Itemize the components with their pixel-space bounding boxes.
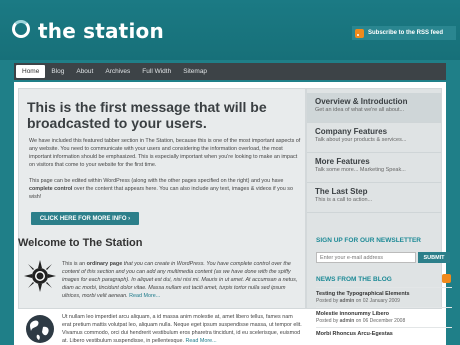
main-nav: Home Blog About Archives Full Width Site… (14, 63, 446, 80)
rss-icon[interactable] (442, 274, 451, 283)
news-meta-post: on 06 December 2008 (354, 318, 406, 324)
nav-item-home[interactable]: Home (16, 65, 46, 78)
news-item-title[interactable]: Testing the Typographical Elements (316, 291, 452, 297)
tab-desc: Talk about your products & services... (315, 137, 407, 143)
feature-paragraph-1: We have included this featured tabber se… (29, 138, 301, 168)
news-heading: NEWS FROM THE BLOG (316, 276, 392, 283)
site-header: the station Subscribe to the RSS feed (0, 0, 460, 60)
welcome-paragraph-1-pre: This is an (62, 261, 87, 267)
welcome-paragraph-1-strong: ordinary page (86, 261, 123, 267)
nav-item-blog[interactable]: Blog (45, 65, 70, 78)
feature-paragraph-2-strong: complete control (29, 186, 73, 192)
more-info-button[interactable]: CLICK HERE FOR MORE INFO › (31, 212, 139, 225)
welcome-paragraph-2: Ut nullam leo imperdiet arcu aliquam, a … (62, 313, 302, 345)
tab-title: The Last Step (315, 187, 368, 196)
news-item-title[interactable]: Molestie innonummy Libero (316, 311, 452, 317)
logo-icon (12, 20, 30, 38)
tab-title: Overview & Introduction (315, 97, 408, 106)
news-item[interactable]: Morbi Rhoncus Arcu-Egestas (316, 327, 452, 337)
newsletter-heading: SIGN UP FOR OUR NEWSLETTER (316, 237, 421, 244)
tab-title: More Features (315, 157, 370, 166)
feature-paragraph-2: This page can be edited within WordPress… (29, 177, 301, 201)
page-content: This is the first message that will be b… (14, 82, 452, 345)
submit-button[interactable]: SUBMIT (418, 252, 450, 263)
rss-icon (355, 28, 364, 38)
read-more-link[interactable]: Read More... (185, 338, 216, 344)
rss-subscribe-link[interactable]: Subscribe to the RSS feed (352, 26, 456, 40)
site-title[interactable]: the station (38, 19, 164, 43)
news-item[interactable]: Molestie innonummy Libero Posted by admi… (316, 307, 452, 324)
nav-item-about[interactable]: About (70, 65, 99, 78)
tab-more-features[interactable]: More Features Talk some more... Marketin… (307, 153, 441, 183)
tab-company-features[interactable]: Company Features Talk about your product… (307, 123, 441, 153)
nav-item-archives[interactable]: Archives (99, 65, 136, 78)
sun-icon (24, 260, 56, 292)
tab-desc: Get an idea of what we're all about... (315, 107, 405, 113)
news-meta-pre: Posted by (316, 298, 340, 304)
tab-title: Company Features (315, 127, 388, 136)
news-item-title[interactable]: Morbi Rhoncus Arcu-Egestas (316, 331, 452, 337)
email-field[interactable] (316, 252, 416, 263)
news-item[interactable]: Testing the Typographical Elements Poste… (316, 287, 452, 304)
news-meta-post: on 02 January 2009 (354, 298, 400, 304)
tab-last-step[interactable]: The Last Step This is a call to action..… (307, 183, 441, 213)
welcome-paragraph-2-text: Ut nullam leo imperdiet arcu aliquam, a … (62, 314, 302, 344)
news-item-meta: Posted by admin on 02 January 2009 (316, 298, 452, 304)
news-author[interactable]: admin (340, 298, 355, 304)
welcome-heading: Welcome to The Station (18, 237, 143, 249)
tab-overview[interactable]: Overview & Introduction Get an idea of w… (307, 93, 441, 123)
feature-heading: This is the first message that will be b… (27, 99, 267, 131)
tab-desc: Talk some more... Marketing Speak... (315, 167, 406, 173)
news-author[interactable]: admin (340, 318, 355, 324)
welcome-paragraph-1: This is an ordinary page that you can cr… (62, 260, 302, 300)
tab-desc: This is a call to action... (315, 197, 373, 203)
news-meta-pre: Posted by (316, 318, 340, 324)
news-item-meta: Posted by admin on 06 December 2008 (316, 318, 452, 324)
globe-icon (26, 315, 54, 343)
nav-item-full-width[interactable]: Full Width (136, 65, 177, 78)
nav-item-sitemap[interactable]: Sitemap (177, 65, 213, 78)
read-more-link[interactable]: Read More... (129, 293, 160, 299)
rss-label: Subscribe to the RSS feed (368, 30, 444, 36)
feature-paragraph-2-pre: This page can be edited within WordPress… (29, 178, 284, 184)
